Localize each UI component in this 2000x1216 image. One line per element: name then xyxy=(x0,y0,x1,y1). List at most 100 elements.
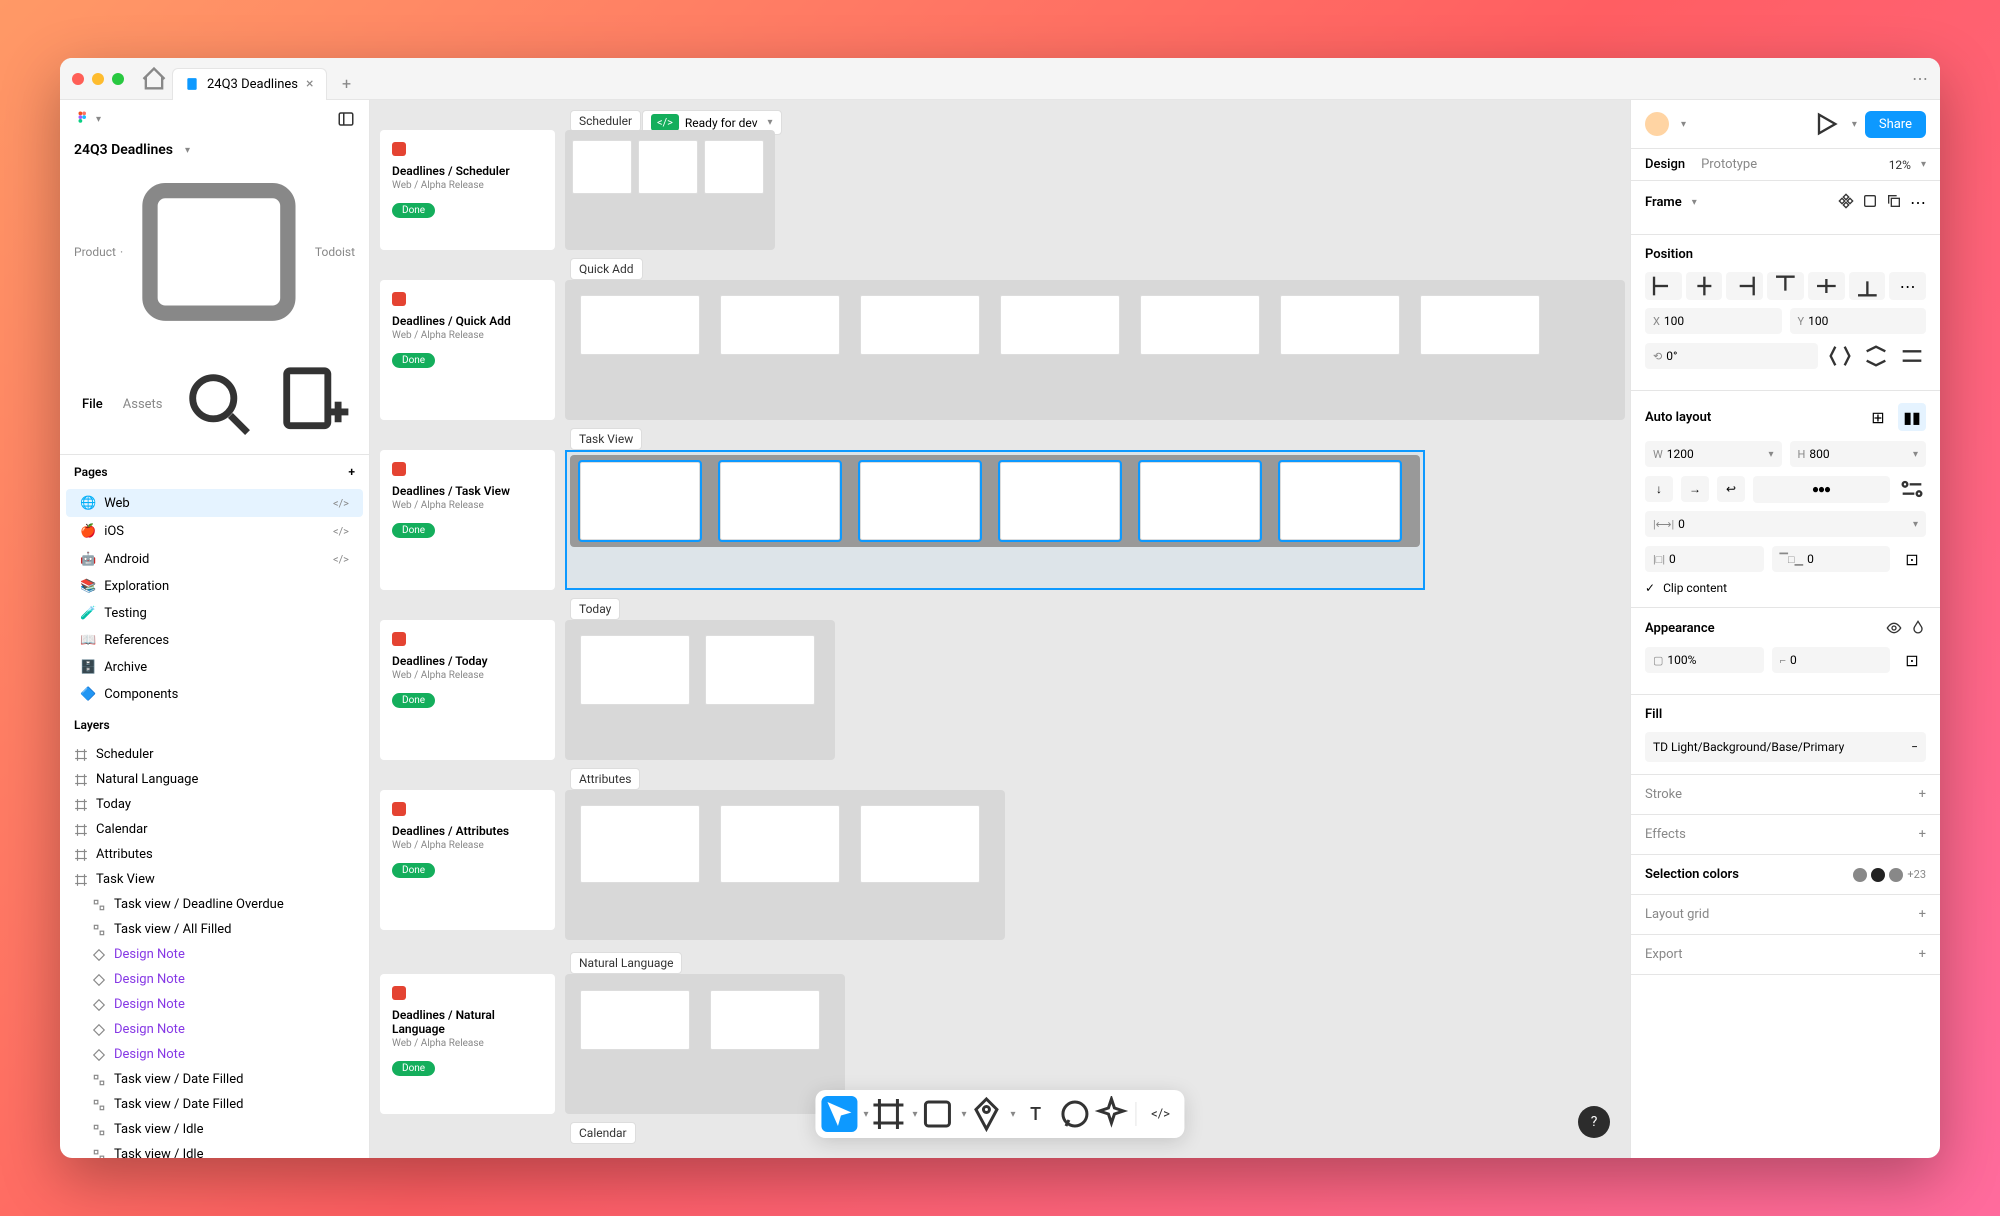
direction-right-icon[interactable]: → xyxy=(1681,476,1709,502)
file-tab[interactable]: 24Q3 Deadlines × xyxy=(172,68,327,100)
section-card-nl[interactable]: Deadlines / Natural Language Web / Alpha… xyxy=(380,974,555,1114)
layer-item[interactable]: Design Note xyxy=(60,1017,369,1042)
section-label-scheduler[interactable]: Scheduler xyxy=(570,110,641,132)
x-input[interactable]: X100 xyxy=(1645,308,1782,334)
home-button[interactable] xyxy=(140,65,168,93)
section-card-attributes[interactable]: Deadlines / Attributes Web / Alpha Relea… xyxy=(380,790,555,930)
help-button[interactable]: ? xyxy=(1578,1106,1610,1138)
section-label-attributes[interactable]: Attributes xyxy=(570,768,640,790)
design-tab[interactable]: Design xyxy=(1645,157,1685,172)
canvas[interactable]: Scheduler </> Ready for dev ▾ Deadlines … xyxy=(370,100,1630,1158)
stroke-section[interactable]: Stroke+ xyxy=(1645,787,1926,802)
export-section[interactable]: Export+ xyxy=(1645,947,1926,962)
actions-tool[interactable] xyxy=(1094,1096,1130,1132)
section-label-taskview[interactable]: Task View xyxy=(570,428,642,450)
window-more-icon[interactable]: ⋯ xyxy=(1912,69,1928,88)
move-tool-chevron[interactable]: ▾ xyxy=(863,1109,868,1120)
page-item-archive[interactable]: 🗄️Archive xyxy=(66,654,363,681)
position-more-icon[interactable] xyxy=(1898,342,1926,370)
layer-item[interactable]: Calendar xyxy=(60,817,369,842)
new-tab-button[interactable]: + xyxy=(335,72,359,96)
autolayout-on-icon[interactable]: ▮▮ xyxy=(1898,403,1926,431)
blend-icon[interactable] xyxy=(1910,620,1926,636)
page-item-android[interactable]: 🤖Android</> xyxy=(66,545,363,573)
radius-input[interactable]: ⌐0 xyxy=(1772,647,1891,673)
copy-icon[interactable] xyxy=(1886,193,1902,209)
close-window[interactable] xyxy=(72,73,84,85)
panel-toggle-icon[interactable] xyxy=(337,110,355,128)
align-center-v[interactable] xyxy=(1808,272,1845,300)
search-icon[interactable] xyxy=(179,364,261,446)
align-right[interactable] xyxy=(1726,272,1763,300)
opacity-input[interactable]: ▢100% xyxy=(1645,647,1764,673)
page-item-exploration[interactable]: 📚Exploration xyxy=(66,573,363,600)
layer-item[interactable]: Design Note xyxy=(60,967,369,992)
move-tool[interactable] xyxy=(821,1096,857,1132)
y-input[interactable]: Y100 xyxy=(1790,308,1927,334)
alignment-grid[interactable]: ⦁⦁⦁ xyxy=(1753,476,1890,503)
layer-item[interactable]: Today xyxy=(60,792,369,817)
page-item-references[interactable]: 📖References xyxy=(66,627,363,654)
fill-value[interactable]: TD Light/Background/Base/Primary − xyxy=(1645,732,1926,762)
file-tab-button[interactable]: File xyxy=(74,393,111,416)
layer-item[interactable]: Task View xyxy=(60,867,369,892)
present-button[interactable] xyxy=(1812,110,1840,138)
minimize-window[interactable] xyxy=(92,73,104,85)
layer-item[interactable]: Task view / Idle xyxy=(60,1117,369,1142)
section-label-nl[interactable]: Natural Language xyxy=(570,952,682,974)
pen-tool[interactable] xyxy=(969,1096,1005,1132)
direction-down-icon[interactable]: ↓ xyxy=(1645,476,1673,502)
text-tool[interactable]: T xyxy=(1018,1096,1054,1132)
layer-item[interactable]: Natural Language xyxy=(60,767,369,792)
section-card-quickadd[interactable]: Deadlines / Quick Add Web / Alpha Releas… xyxy=(380,280,555,420)
add-page-button[interactable]: + xyxy=(348,465,355,479)
align-bottom[interactable] xyxy=(1849,272,1886,300)
rotation-input[interactable]: ⟲0° xyxy=(1645,343,1818,369)
padding-h-input[interactable]: |□|0 xyxy=(1645,546,1764,572)
align-more[interactable]: ⋯ xyxy=(1889,272,1926,300)
shape-tool[interactable] xyxy=(920,1096,956,1132)
selection-colors-section[interactable]: Selection colors +23 xyxy=(1645,867,1926,882)
comment-tool[interactable] xyxy=(1056,1096,1092,1132)
breadcrumb[interactable]: Product· Todoist xyxy=(60,160,369,356)
layer-item[interactable]: Task view / Date Filled xyxy=(60,1092,369,1117)
section-card-today[interactable]: Deadlines / Today Web / Alpha Release Do… xyxy=(380,620,555,760)
section-label-today[interactable]: Today xyxy=(570,598,620,620)
add-page-icon[interactable] xyxy=(273,364,355,446)
effects-section[interactable]: Effects+ xyxy=(1645,827,1926,842)
align-left[interactable] xyxy=(1645,272,1682,300)
gap-input[interactable]: |⟷|0▾ xyxy=(1645,511,1926,537)
zoom-control[interactable]: 12%▾ xyxy=(1889,158,1926,172)
main-menu[interactable]: ▾ xyxy=(74,110,101,128)
more-icon[interactable]: ⋯ xyxy=(1910,193,1926,212)
maximize-window[interactable] xyxy=(112,73,124,85)
flip-h-icon[interactable] xyxy=(1826,342,1854,370)
layer-item[interactable]: Design Note xyxy=(60,992,369,1017)
layer-item[interactable]: Task view / Deadline Overdue xyxy=(60,892,369,917)
align-center-h[interactable] xyxy=(1686,272,1723,300)
page-item-ios[interactable]: 🍎iOS</> xyxy=(66,517,363,545)
page-item-testing[interactable]: 🧪Testing xyxy=(66,600,363,627)
autolayout-settings-icon[interactable] xyxy=(1898,475,1926,503)
padding-individual-icon[interactable]: ⊡ xyxy=(1898,545,1926,573)
layer-item[interactable]: Design Note xyxy=(60,1042,369,1067)
section-label-quickadd[interactable]: Quick Add xyxy=(570,258,643,280)
prototype-tab[interactable]: Prototype xyxy=(1701,157,1757,172)
width-input[interactable]: W1200▾ xyxy=(1645,441,1782,467)
avatar[interactable] xyxy=(1645,112,1669,136)
padding-v-input[interactable]: ▔□▁0 xyxy=(1772,546,1891,572)
layer-item[interactable]: Scheduler xyxy=(60,742,369,767)
section-card-taskview[interactable]: Deadlines / Task View Web / Alpha Releas… xyxy=(380,450,555,590)
component-icon[interactable] xyxy=(1838,193,1854,209)
section-label-calendar[interactable]: Calendar xyxy=(570,1122,636,1144)
frame-tool[interactable] xyxy=(870,1096,906,1132)
radius-individual-icon[interactable]: ⊡ xyxy=(1898,646,1926,674)
layer-item[interactable]: Task view / Date Filled xyxy=(60,1067,369,1092)
page-item-web[interactable]: 🌐Web</> xyxy=(66,489,363,517)
clip-content-checkbox[interactable]: ✓Clip content xyxy=(1645,581,1926,595)
visibility-icon[interactable] xyxy=(1886,620,1902,636)
layer-item[interactable]: Task view / Idle xyxy=(60,1142,369,1158)
layer-item[interactable]: Task view / All Filled xyxy=(60,917,369,942)
layer-item[interactable]: Attributes xyxy=(60,842,369,867)
file-menu-chevron-icon[interactable]: ▾ xyxy=(185,145,190,156)
